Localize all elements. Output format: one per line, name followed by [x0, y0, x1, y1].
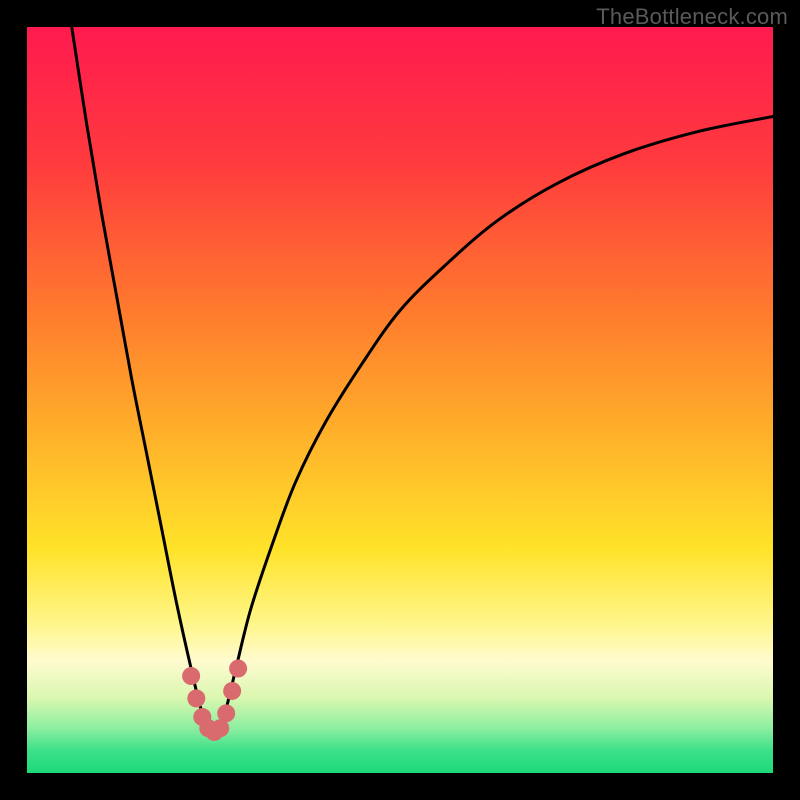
marker-group [182, 660, 247, 741]
chart-svg [27, 27, 773, 773]
marker-h [223, 682, 241, 700]
chart-frame [27, 27, 773, 773]
bottleneck-curve [72, 27, 773, 736]
marker-i [229, 660, 247, 678]
marker-a [182, 667, 200, 685]
marker-b [187, 689, 205, 707]
watermark-text: TheBottleneck.com [596, 4, 788, 30]
marker-g [217, 704, 235, 722]
